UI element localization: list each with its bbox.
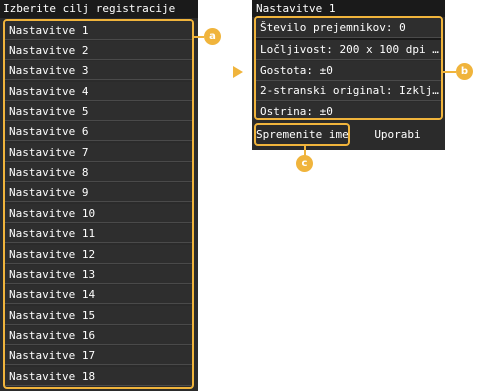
list-item[interactable]: Nastavitve 6 [5,122,192,141]
list-item[interactable]: Nastavitve 16 [5,326,192,345]
settings-list: Nastavitve 1 Nastavitve 2 Nastavitve 3 N… [3,19,194,389]
destination-list-screen: Izberite cilj registracije Nastavitve 1 … [0,0,198,391]
rename-button[interactable]: Spremenite ime [254,123,350,146]
list-item[interactable]: Nastavitve 2 [5,41,192,60]
list-item[interactable]: Nastavitve 15 [5,306,192,325]
arrow-right-icon [233,66,243,78]
list-item[interactable]: Nastavitve 8 [5,163,192,182]
list-item[interactable]: Nastavitve 9 [5,183,192,202]
settings-detail-panel: Število prejemnikov: 0 Ločljivost: 200 x… [254,16,443,120]
list-item[interactable]: Nastavitve 13 [5,265,192,284]
list-item[interactable]: Nastavitve 10 [5,204,192,223]
resolution-row[interactable]: Ločljivost: 200 x 100 dpi (no… [256,40,441,60]
list-item[interactable]: Nastavitve 5 [5,102,192,121]
screen-title: Izberite cilj registracije [0,0,198,18]
screen-title: Nastavitve 1 [252,0,445,17]
apply-button[interactable]: Uporabi [352,123,443,146]
density-row[interactable]: Gostota: ±0 [256,61,441,81]
callout-a-line [194,36,204,38]
list-item[interactable]: Nastavitve 11 [5,224,192,243]
callout-b-badge: b [456,63,473,80]
list-item[interactable]: Nastavitve 1 [5,21,192,40]
list-item[interactable]: Nastavitve 17 [5,346,192,365]
settings-detail-screen: Nastavitve 1 Število prejemnikov: 0 Ločl… [252,0,445,150]
callout-b-line [443,71,456,73]
list-item[interactable]: Nastavitve 12 [5,245,192,264]
list-item[interactable]: Nastavitve 4 [5,82,192,101]
sharpness-row[interactable]: Ostrina: ±0 [256,102,441,118]
list-item[interactable]: Nastavitve 3 [5,61,192,80]
list-item[interactable]: Nastavitve 14 [5,285,192,304]
list-item[interactable]: Nastavitve 18 [5,367,192,386]
callout-c-badge: c [296,155,313,172]
callout-a-badge: a [204,28,221,45]
recipients-row: Število prejemnikov: 0 [256,18,441,38]
two-sided-original-row[interactable]: 2-stranski original: Izključe… [256,81,441,101]
list-item[interactable]: Nastavitve 7 [5,143,192,162]
